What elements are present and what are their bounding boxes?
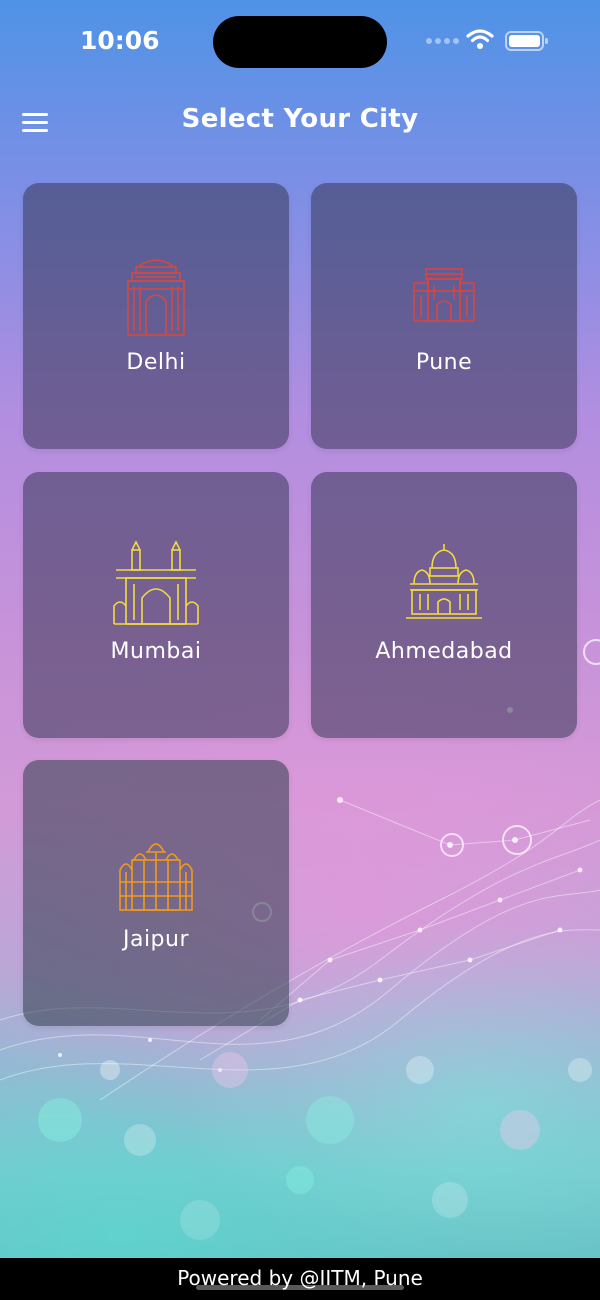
city-card-mumbai[interactable]: Mumbai bbox=[23, 472, 289, 738]
page-title: Select Your City bbox=[181, 104, 419, 134]
app-header: Select Your City bbox=[0, 96, 600, 150]
status-bar: 10:06 bbox=[0, 0, 600, 82]
shaniwar-wada-icon bbox=[413, 268, 475, 322]
cellular-signal-icon bbox=[426, 38, 459, 44]
city-card-pune[interactable]: Pune bbox=[311, 183, 577, 449]
city-name: Delhi bbox=[126, 350, 186, 375]
gateway-of-india-icon bbox=[113, 540, 199, 625]
city-name: Pune bbox=[415, 350, 473, 375]
city-name: Mumbai bbox=[110, 639, 202, 664]
city-name: Jaipur bbox=[122, 927, 190, 952]
city-name: Ahmedabad bbox=[375, 639, 513, 664]
home-indicator[interactable] bbox=[196, 1285, 404, 1290]
city-card-ahmedabad[interactable]: Ahmedabad bbox=[311, 472, 577, 738]
india-gate-icon bbox=[127, 259, 185, 336]
status-time: 10:06 bbox=[80, 26, 160, 55]
hawa-mahal-icon bbox=[119, 843, 193, 911]
city-card-delhi[interactable]: Delhi bbox=[23, 183, 289, 449]
footer-bar: Powered by @IITM, Pune bbox=[0, 1258, 600, 1300]
temple-dome-icon bbox=[406, 544, 482, 619]
wifi-icon bbox=[466, 29, 494, 49]
city-card-jaipur[interactable]: Jaipur bbox=[23, 760, 289, 1026]
dynamic-island bbox=[213, 16, 387, 68]
battery-icon bbox=[505, 31, 548, 51]
